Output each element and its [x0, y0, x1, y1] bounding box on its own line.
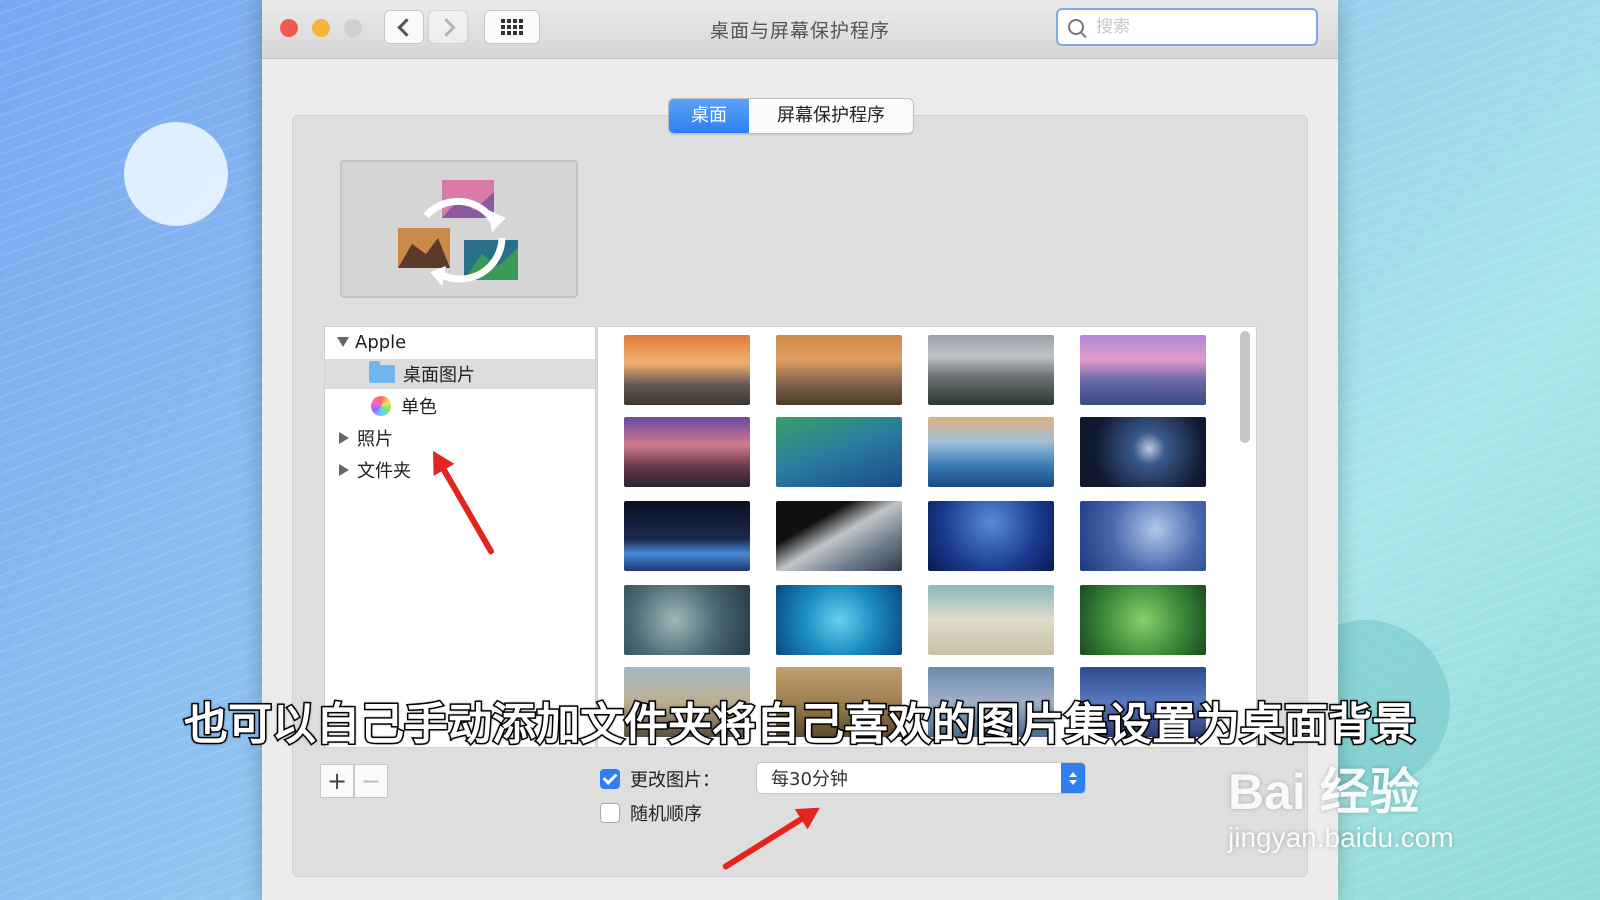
wallpaper-thumbnail[interactable] — [776, 417, 902, 487]
random-order-label: 随机顺序 — [630, 804, 702, 825]
wallpaper-thumbnail[interactable] — [624, 585, 750, 655]
folder-icon — [369, 361, 395, 383]
wallpaper-thumbnail[interactable] — [776, 585, 902, 655]
sidebar-group-label: 照片 — [357, 429, 393, 450]
wallpaper-thumbnail[interactable] — [624, 417, 750, 487]
tab-desktop[interactable]: 桌面 — [669, 99, 749, 133]
interval-select[interactable]: 每30分钟 — [756, 762, 1086, 794]
disclosure-closed-icon[interactable] — [339, 432, 349, 444]
wallpaper-thumbnail[interactable] — [776, 335, 902, 405]
grid-scrollbar[interactable] — [1240, 331, 1250, 443]
wallpaper-thumbnail[interactable] — [928, 335, 1054, 405]
baidu-watermark-url: jingyan.baidu.com — [1228, 822, 1454, 853]
tab-screensaver[interactable]: 屏幕保护程序 — [749, 99, 913, 133]
remove-folder-button[interactable]: − — [354, 764, 388, 798]
add-folder-button[interactable]: + — [320, 764, 354, 798]
random-order-option: 随机顺序 — [600, 800, 702, 826]
sidebar-group-folders[interactable]: 文件夹 — [325, 455, 595, 485]
wallpaper-thumbnail[interactable] — [928, 585, 1054, 655]
select-stepper-icon — [1061, 763, 1085, 793]
random-order-checkbox[interactable] — [600, 803, 620, 823]
wallpaper-thumbnail[interactable] — [624, 335, 750, 405]
sidebar-group-label: 文件夹 — [357, 461, 411, 482]
change-picture-label: 更改图片： — [630, 770, 720, 791]
disclosure-open-icon[interactable] — [337, 337, 349, 347]
wallpaper-thumbnail[interactable] — [928, 501, 1054, 571]
wallpaper-thumbnail[interactable] — [1080, 501, 1206, 571]
wallpaper-thumbnail[interactable] — [1080, 585, 1206, 655]
wallpaper-grid — [597, 326, 1257, 748]
change-picture-option: 更改图片： — [600, 766, 720, 792]
wallpaper-thumbnail[interactable] — [928, 417, 1054, 487]
source-list: Apple 桌面图片 单色 照片 文件夹 — [324, 326, 596, 748]
sidebar-item-label: 单色 — [401, 397, 437, 418]
wallpaper-thumbnail[interactable] — [624, 501, 750, 571]
wallpaper-thumbnail[interactable] — [1080, 417, 1206, 487]
baidu-watermark-logo: Bai 经验 — [1228, 764, 1420, 820]
sidebar-group-label: Apple — [355, 331, 407, 353]
change-picture-checkbox[interactable] — [600, 769, 620, 789]
video-caption: 也可以自己手动添加文件夹将自己喜欢的图片集设置为桌面背景 — [183, 698, 1418, 751]
background-circle — [124, 122, 228, 226]
sidebar-item-solid-colors[interactable]: 单色 — [325, 391, 595, 421]
search-field[interactable] — [1056, 8, 1318, 46]
interval-value: 每30分钟 — [771, 769, 848, 790]
search-icon — [1068, 19, 1084, 35]
preferences-window: 桌面与屏幕保护程序 桌面 屏幕保护程序 Apple — [262, 0, 1338, 900]
color-wheel-icon — [371, 396, 391, 416]
sidebar-group-photos[interactable]: 照片 — [325, 423, 595, 453]
rotating-pictures-icon — [398, 180, 518, 286]
title-bar: 桌面与屏幕保护程序 — [262, 0, 1338, 59]
add-remove-controls: + − — [320, 764, 388, 798]
disclosure-closed-icon[interactable] — [339, 464, 349, 476]
current-wallpaper-preview — [340, 160, 578, 298]
sidebar-item-desktop-pictures[interactable]: 桌面图片 — [325, 359, 595, 389]
tab-control: 桌面 屏幕保护程序 — [668, 98, 914, 134]
wallpaper-thumbnail[interactable] — [1080, 335, 1206, 405]
search-input[interactable] — [1094, 16, 1298, 38]
sidebar-group-apple[interactable]: Apple — [325, 327, 595, 357]
wallpaper-thumbnail[interactable] — [776, 501, 902, 571]
sidebar-item-label: 桌面图片 — [403, 365, 475, 386]
